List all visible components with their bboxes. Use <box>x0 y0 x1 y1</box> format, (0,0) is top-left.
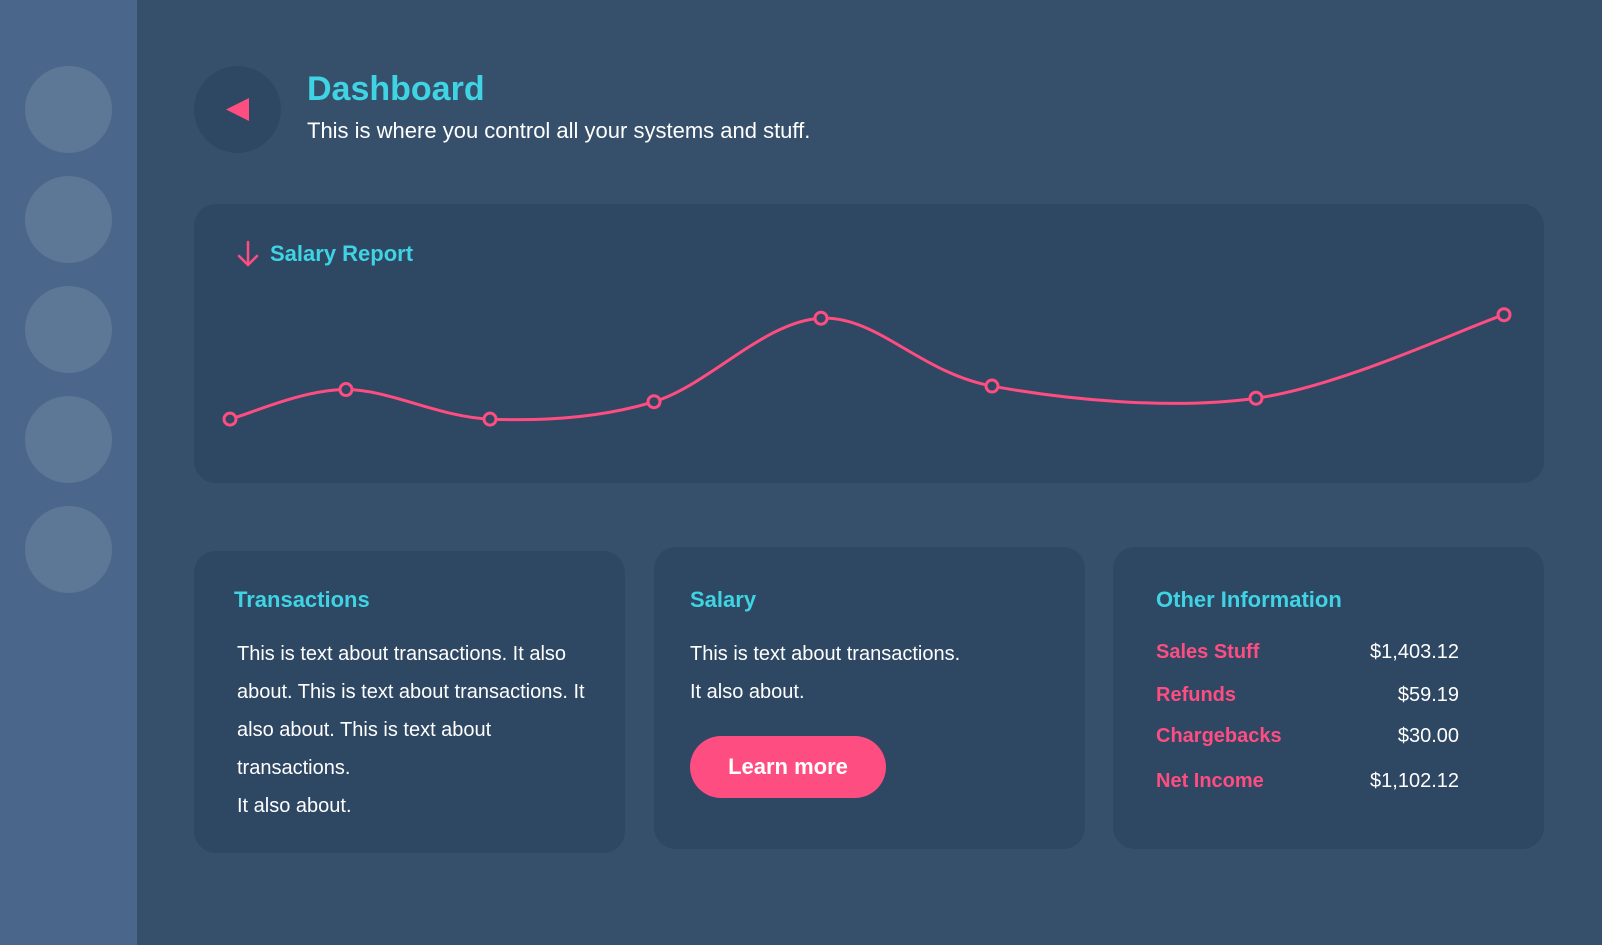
salary-paragraph-1: This is text about transactions. <box>690 643 961 665</box>
transactions-text: This is text about transactions. It also… <box>237 635 587 825</box>
sidebar-item-4[interactable] <box>25 396 112 483</box>
data-point-1[interactable] <box>222 411 238 427</box>
salary-report-card: Salary Report <box>194 204 1544 483</box>
sidebar-item-5[interactable] <box>25 506 112 593</box>
back-button[interactable] <box>194 66 281 153</box>
info-row-sales-stuff: Sales Stuff $1,403.12 <box>1156 637 1459 667</box>
info-label: Net Income <box>1156 769 1264 792</box>
transactions-paragraph-2: It also about. <box>237 795 352 817</box>
transactions-paragraph-1: This is text about transactions. It also… <box>237 643 585 779</box>
salary-card: Salary This is text about transactions. … <box>654 547 1085 849</box>
data-point-8[interactable] <box>1496 307 1512 323</box>
sidebar-item-3[interactable] <box>25 286 112 373</box>
page-subtitle: This is where you control all your syste… <box>307 118 811 143</box>
salary-report-title: Salary Report <box>270 241 414 266</box>
salary-paragraph-2: It also about. <box>690 681 805 703</box>
info-label: Chargebacks <box>1156 724 1282 747</box>
arrow-down-icon <box>237 240 259 267</box>
triangle-left-icon <box>226 98 249 121</box>
data-point-2[interactable] <box>338 382 354 398</box>
data-point-6[interactable] <box>984 378 1000 394</box>
info-value: $30.00 <box>1397 724 1459 747</box>
transactions-card: Transactions This is text about transact… <box>194 551 625 853</box>
info-label: Sales Stuff <box>1156 640 1260 663</box>
info-value: $1,403.12 <box>1370 640 1459 663</box>
other-information-card: Other Information Sales Stuff $1,403.12 … <box>1113 547 1544 849</box>
info-label: Refunds <box>1156 683 1236 706</box>
other-information-title: Other Information <box>1156 587 1342 612</box>
sidebar <box>0 0 137 945</box>
data-point-4[interactable] <box>646 394 662 410</box>
sidebar-item-2[interactable] <box>25 176 112 263</box>
page-title: Dashboard <box>307 70 485 108</box>
salary-text: This is text about transactions. It also… <box>690 635 1040 711</box>
learn-more-button[interactable]: Learn more <box>690 736 886 798</box>
info-value: $59.19 <box>1397 683 1459 706</box>
salary-report-header[interactable]: Salary Report <box>236 240 413 268</box>
info-row-net-income: Net Income $1,102.12 <box>1156 766 1459 796</box>
info-row-refunds: Refunds $59.19 <box>1156 680 1459 710</box>
info-row-chargebacks: Chargebacks $30.00 <box>1156 721 1459 751</box>
transactions-title: Transactions <box>234 587 370 612</box>
data-point-3[interactable] <box>482 411 498 427</box>
sidebar-item-1[interactable] <box>25 66 112 153</box>
data-point-7[interactable] <box>1248 390 1264 406</box>
data-point-5[interactable] <box>813 310 829 326</box>
salary-series-line <box>228 313 1506 422</box>
salary-title: Salary <box>690 587 757 612</box>
info-value: $1,102.12 <box>1370 769 1459 792</box>
